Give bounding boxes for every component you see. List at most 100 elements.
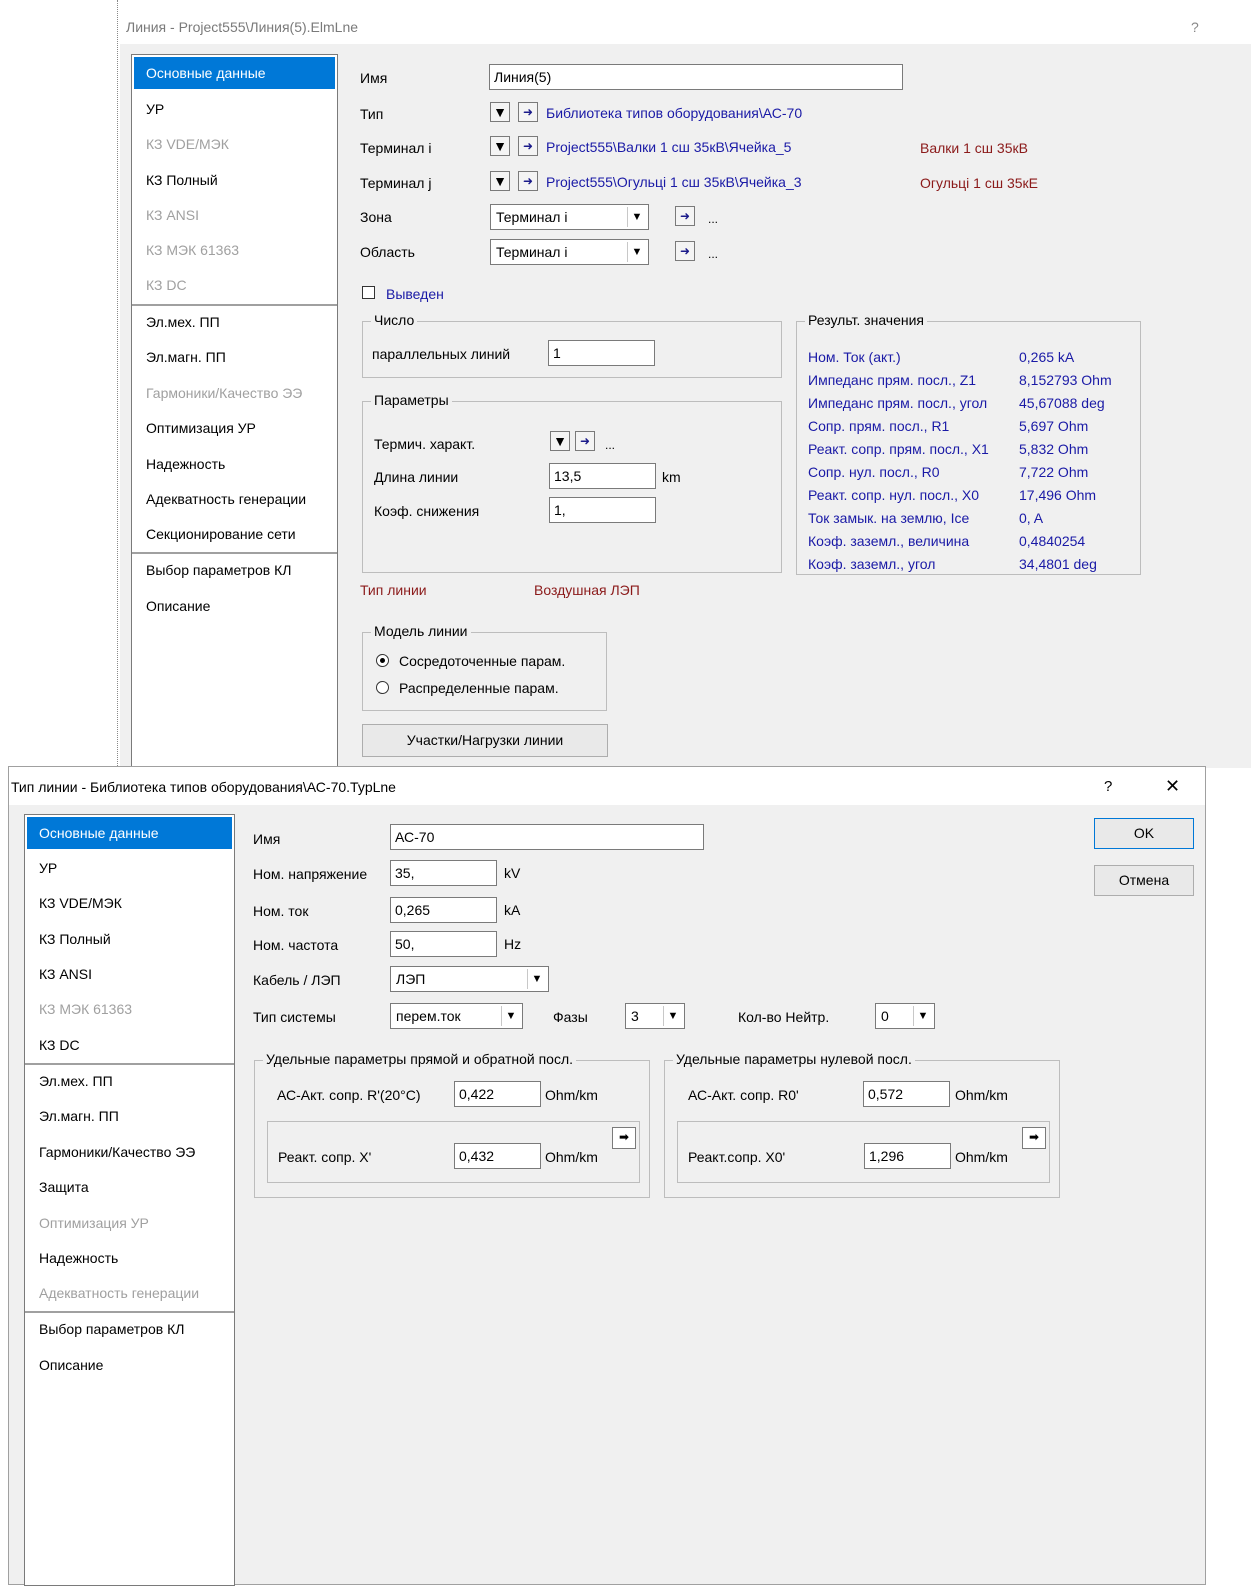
nav-item-reliability[interactable]: Надежность <box>27 1242 232 1274</box>
r0-input[interactable]: 0,572 <box>863 1081 950 1107</box>
nav-item-reliability[interactable]: Надежность <box>134 448 335 480</box>
terminal-j-jump-button[interactable]: ➜ <box>518 171 538 191</box>
x-jump-button[interactable]: ➡ <box>612 1127 636 1149</box>
nav-item-sc-dc[interactable]: КЗ DC <box>27 1029 232 1061</box>
length-input[interactable]: 13,5 <box>549 463 656 489</box>
type-select-button[interactable]: ▼ <box>490 102 510 122</box>
thermal-more[interactable]: ... <box>605 438 615 452</box>
parallel-lines-input[interactable]: 1 <box>548 340 655 366</box>
nav-item-description[interactable]: Описание <box>27 1349 232 1381</box>
terminal-j-link[interactable]: Project555\Огульцi 1 сш 35кВ\Ячейка_3 <box>546 174 802 190</box>
x0-unit: Ohm/km <box>955 1149 1008 1165</box>
thermal-select-button[interactable]: ▼ <box>550 431 570 451</box>
line-dialog-help-button[interactable]: ? <box>1191 19 1199 35</box>
type-name-label: Имя <box>253 831 281 847</box>
nav-item-sc-complete[interactable]: КЗ Полный <box>27 923 232 955</box>
out-of-service-checkbox[interactable] <box>362 286 375 299</box>
current-input[interactable]: 0,265 <box>390 897 497 923</box>
result-label: Коэф. заземл., величина <box>808 533 970 549</box>
nav-item-harmonics[interactable]: Гармоники/Качество ЭЭ <box>27 1136 232 1168</box>
nav-item-protection[interactable]: Защита <box>27 1171 232 1203</box>
nav-item-cable-sizing[interactable]: Выбор параметров КЛ <box>27 1313 232 1345</box>
nav-item-sc-ansi[interactable]: КЗ ANSI <box>134 199 335 231</box>
area-more[interactable]: ... <box>708 247 718 261</box>
nav-item-emt-sim[interactable]: Эл.магн. ПП <box>27 1100 232 1132</box>
results-group-title: Результ. значения <box>805 312 928 328</box>
lumped-radio[interactable] <box>376 654 389 667</box>
neutrals-select[interactable]: 0 ▼ <box>875 1003 935 1029</box>
nav-item-sc-iec61363[interactable]: КЗ МЭК 61363 <box>27 993 232 1025</box>
name-input[interactable]: Линия(5) <box>489 64 903 90</box>
result-value: 0,4840254 <box>1019 533 1086 549</box>
thermal-jump-button[interactable]: ➜ <box>575 431 595 451</box>
voltage-input[interactable]: 35, <box>390 860 497 886</box>
nav-item-optimal-power-flow[interactable]: Оптимизация УР <box>134 412 335 444</box>
result-value: 5,832 Ohm <box>1019 441 1089 457</box>
nav-item-optimal-power-flow[interactable]: Оптимизация УР <box>27 1207 232 1239</box>
nav-item-harmonics[interactable]: Гармоники/Качество ЭЭ <box>134 377 335 409</box>
nav-item-load-flow[interactable]: УР <box>27 852 232 884</box>
nav-item-emt-sim[interactable]: Эл.магн. ПП <box>134 341 335 373</box>
out-of-service-label: Выведен <box>386 286 444 302</box>
result-value: 5,697 Ohm <box>1019 418 1089 434</box>
result-label: Импеданс прям. посл., Z1 <box>808 372 977 388</box>
nav-item-load-flow[interactable]: УР <box>134 93 335 125</box>
system-type-select[interactable]: перем.ток ▼ <box>390 1003 523 1029</box>
nav-item-sc-vde[interactable]: КЗ VDE/МЭК <box>134 128 335 160</box>
zone-select[interactable]: Терминал i ▼ <box>490 204 649 230</box>
sections-loads-button[interactable]: Участки/Нагрузки линии <box>362 724 608 757</box>
frequency-unit: Hz <box>504 936 522 952</box>
voltage-label: Ном. напряжение <box>253 866 368 882</box>
zone-jump-button[interactable]: ➜ <box>675 206 695 226</box>
x-subgroup: Реакт. сопр. X' 0,432 Ohm/km ➡ <box>267 1121 640 1183</box>
type-jump-button[interactable]: ➜ <box>518 102 538 122</box>
x0-input[interactable]: 1,296 <box>864 1143 951 1169</box>
type-name-input[interactable]: АС-70 <box>390 824 704 850</box>
nav-item-description[interactable]: Описание <box>134 590 335 622</box>
terminal-i-select-button[interactable]: ▼ <box>490 136 510 156</box>
ok-button[interactable]: OK <box>1094 818 1194 849</box>
x0-subgroup: Реакт.сопр. X0' 1,296 Ohm/km ➡ <box>677 1121 1050 1183</box>
nav-item-sc-complete[interactable]: КЗ Полный <box>134 164 335 196</box>
cancel-button[interactable]: Отмена <box>1094 865 1194 896</box>
nav-item-generation-adequacy[interactable]: Адекватность генерации <box>134 483 335 515</box>
type-dialog-help-button[interactable]: ? <box>1104 778 1112 795</box>
derating-input[interactable]: 1, <box>549 497 656 523</box>
zone-more[interactable]: ... <box>708 212 718 226</box>
distributed-radio[interactable] <box>376 681 389 694</box>
arrow-right-icon: ➜ <box>522 139 534 153</box>
lumped-label: Сосредоточенные парам. <box>399 653 566 669</box>
nav-item-cable-sizing[interactable]: Выбор параметров КЛ <box>134 554 335 586</box>
result-value: 8,152793 Ohm <box>1019 372 1112 388</box>
nav-item-sc-vde[interactable]: КЗ VDE/МЭК <box>27 887 232 919</box>
terminal-i-link[interactable]: Project555\Валки 1 сш 35кВ\Ячейка_5 <box>546 139 791 155</box>
nav-item-rms-sim[interactable]: Эл.мех. ПП <box>27 1065 232 1097</box>
frequency-input[interactable]: 50, <box>390 931 497 957</box>
nav-item-basic-data[interactable]: Основные данные <box>27 817 232 849</box>
x0-jump-button[interactable]: ➡ <box>1022 1127 1046 1149</box>
nav-item-sc-dc[interactable]: КЗ DC <box>134 269 335 301</box>
nav-item-basic-data[interactable]: Основные данные <box>134 57 335 89</box>
area-label: Область <box>360 244 415 260</box>
area-jump-button[interactable]: ➜ <box>675 241 695 261</box>
result-value: 0,265 kA <box>1019 349 1075 365</box>
type-link[interactable]: Библиотека типов оборудования\АС-70 <box>546 105 802 121</box>
terminal-j-select-button[interactable]: ▼ <box>490 171 510 191</box>
line-type-value: Воздушная ЛЭП <box>534 582 640 598</box>
nav-item-sc-ansi[interactable]: КЗ ANSI <box>27 958 232 990</box>
x-input[interactable]: 0,432 <box>454 1143 541 1169</box>
thermal-label: Термич. характ. <box>374 436 476 452</box>
nav-item-generation-adequacy[interactable]: Адекватность генерации <box>27 1277 232 1309</box>
area-select[interactable]: Терминал i ▼ <box>490 239 649 265</box>
r-unit: Ohm/km <box>545 1087 598 1103</box>
nav-item-sc-iec61363[interactable]: КЗ МЭК 61363 <box>134 234 335 266</box>
line-model-group-title: Модель линии <box>371 623 471 639</box>
terminal-i-jump-button[interactable]: ➜ <box>518 136 538 156</box>
nav-item-tie-open-point[interactable]: Секционирование сети <box>134 518 335 550</box>
chevron-down-icon: ▼ <box>663 1006 682 1026</box>
close-icon[interactable]: ✕ <box>1165 776 1180 797</box>
phases-select[interactable]: 3 ▼ <box>625 1003 685 1029</box>
r-input[interactable]: 0,422 <box>454 1081 541 1107</box>
cable-ohl-select[interactable]: ЛЭП ▼ <box>390 966 549 992</box>
nav-item-rms-sim[interactable]: Эл.мех. ПП <box>134 306 335 338</box>
